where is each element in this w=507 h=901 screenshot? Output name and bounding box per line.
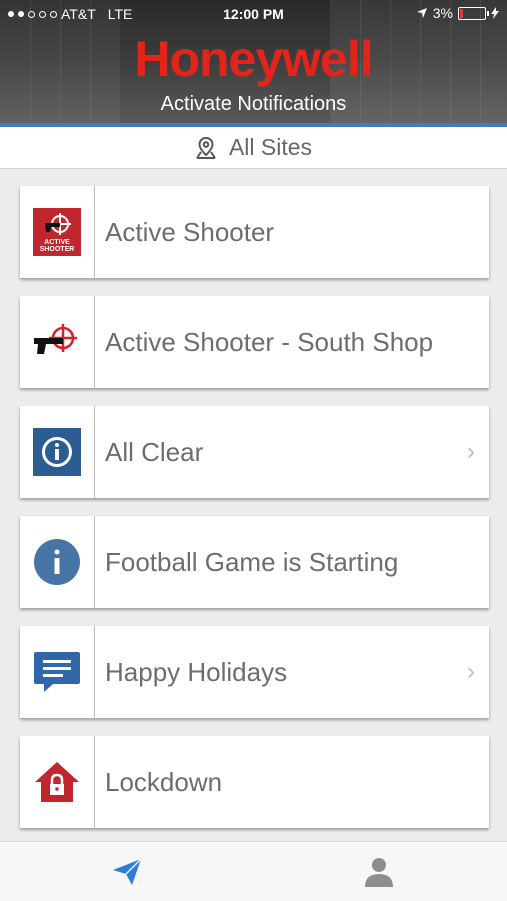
profile-tab[interactable] (359, 852, 399, 892)
active-shooter-icon: ACTIVE SHOOTER (33, 208, 81, 256)
notification-item-active-shooter-south-shop[interactable]: Active Shooter - South Shop (20, 296, 489, 388)
gun-crosshair-icon (34, 324, 77, 354)
notification-item-all-clear[interactable]: All Clear › (20, 406, 489, 498)
notification-item-happy-holidays[interactable]: Happy Holidays › (20, 626, 489, 718)
notification-label: Active Shooter - South Shop (105, 327, 434, 357)
info-circle-icon (34, 539, 80, 585)
notification-label: Active Shooter (105, 217, 275, 247)
notification-list: ACTIVE SHOOTER Active Shooter Active Sho… (20, 186, 489, 846)
chevron-right-icon: › (467, 438, 475, 465)
active-shooter-icon-text: ACTIVE (44, 239, 70, 246)
site-selector[interactable]: All Sites (0, 127, 507, 169)
notification-label: Football Game is Starting (105, 547, 399, 577)
battery-info: 3% (416, 5, 499, 21)
location-arrow-icon (416, 8, 427, 18)
page-title: Activate Notifications (160, 93, 347, 115)
notification-item-football-game[interactable]: Football Game is Starting (20, 516, 489, 608)
person-icon (365, 858, 393, 887)
notification-icon-box (20, 406, 95, 498)
location-pin-icon (196, 136, 216, 159)
battery-percent: 3% (432, 5, 453, 21)
paper-plane-icon (113, 858, 142, 885)
message-bubble-icon (34, 652, 80, 692)
notification-icon-box: ACTIVE SHOOTER (20, 186, 95, 278)
tab-bar (0, 841, 507, 901)
status-bar: AT&T LTE 12:00 PM 3% (0, 0, 507, 28)
header-banner: AT&T LTE 12:00 PM 3% Honeywell Activate … (0, 0, 507, 125)
notification-icon-box (20, 736, 95, 828)
charging-icon (491, 7, 499, 19)
svg-text:SHOOTER: SHOOTER (40, 246, 75, 253)
brand-logo: Honeywell (134, 31, 373, 87)
notification-icon-box (20, 516, 95, 608)
notification-label: Happy Holidays (105, 657, 288, 687)
notification-label: Lockdown (105, 767, 223, 797)
send-tab[interactable] (107, 852, 147, 892)
notification-item-lockdown[interactable]: Lockdown (20, 736, 489, 828)
chevron-right-icon: › (467, 658, 475, 685)
info-square-icon (33, 428, 81, 476)
notification-icon-box (20, 626, 95, 718)
notification-item-active-shooter[interactable]: ACTIVE SHOOTER Active Shooter (20, 186, 489, 278)
house-lock-icon (35, 762, 79, 802)
notification-label: All Clear (105, 437, 204, 467)
notification-icon-box (20, 296, 95, 388)
site-selector-label: All Sites (228, 134, 313, 160)
battery-icon (458, 6, 489, 20)
